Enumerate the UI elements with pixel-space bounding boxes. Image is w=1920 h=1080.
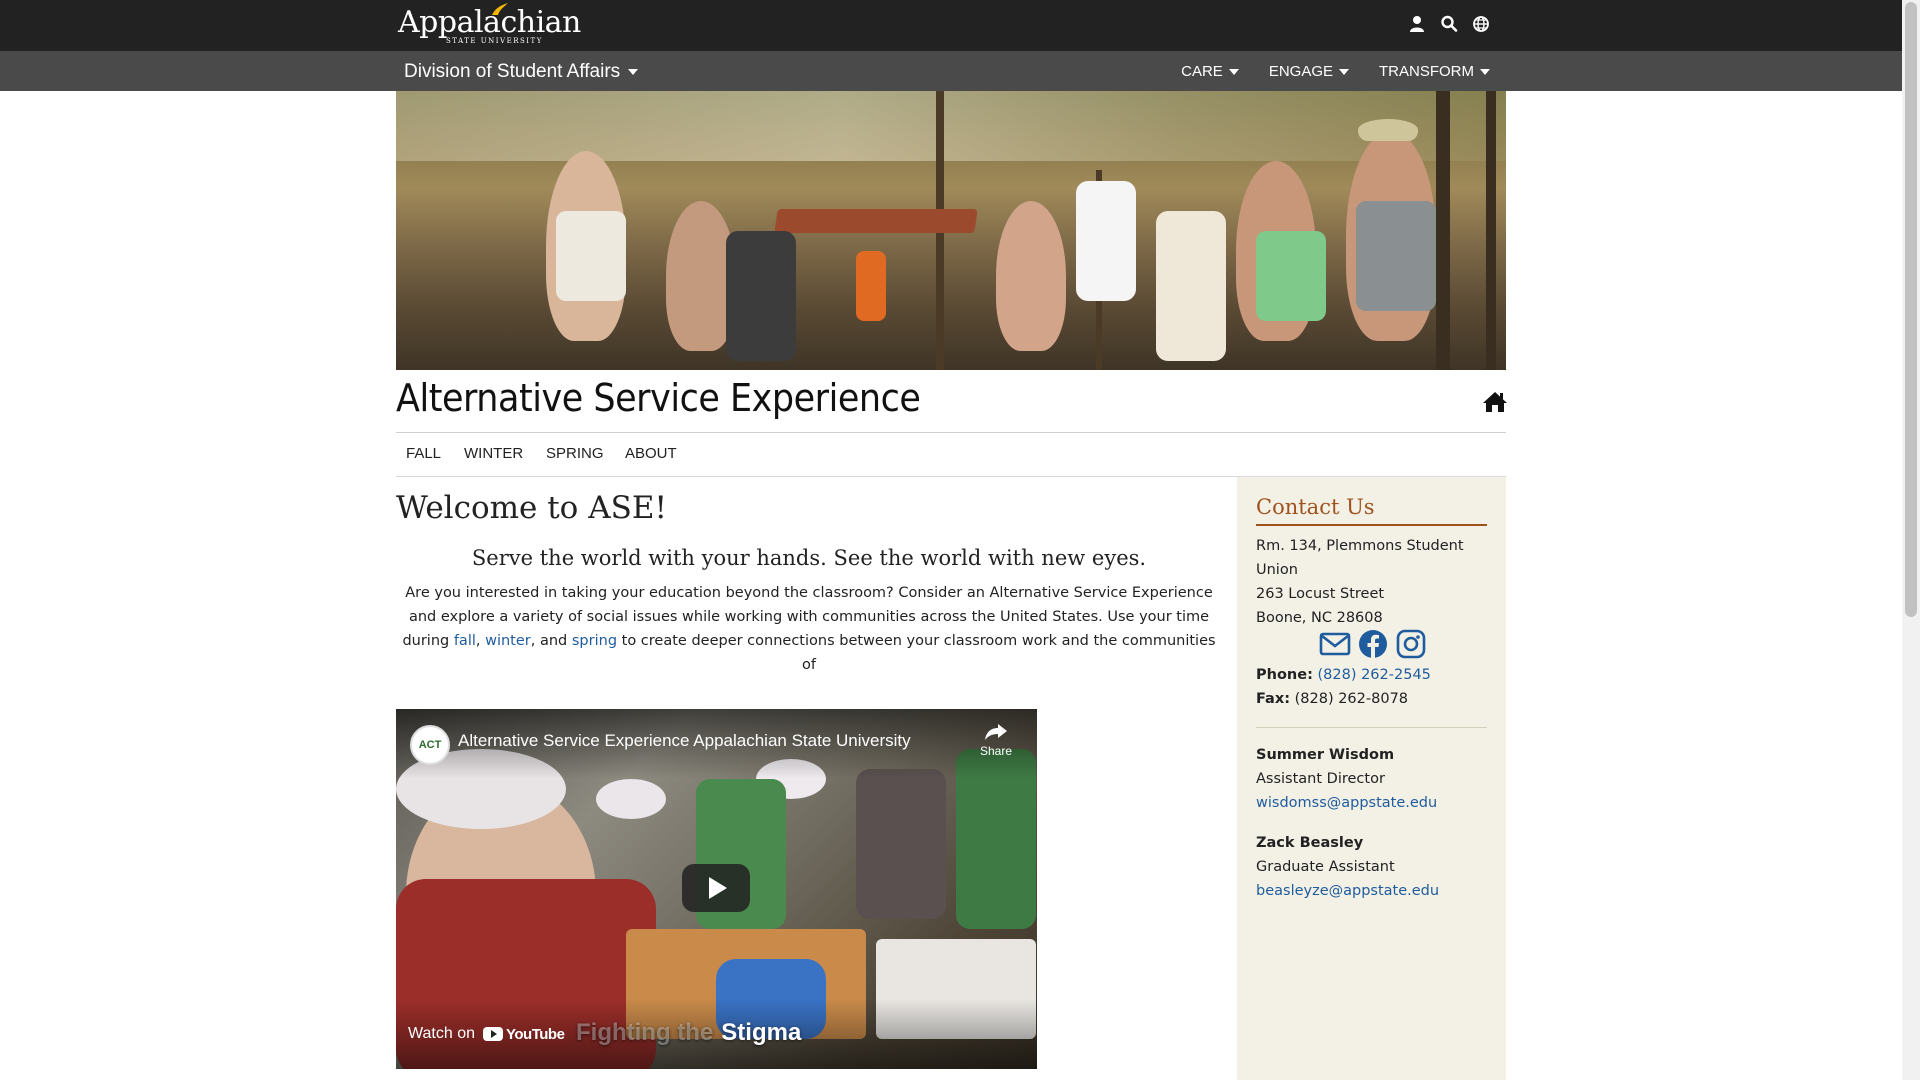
division-title: Division of Student Affairs — [404, 61, 621, 82]
scrollbar-thumb[interactable] — [1905, 2, 1917, 617]
phone-label: Phone: — [1256, 667, 1313, 683]
caption-faded: Fighting the — [576, 1019, 714, 1046]
menu-care[interactable]: CARE — [1181, 63, 1239, 80]
menu-transform[interactable]: TRANSFORM — [1379, 63, 1490, 80]
menu-engage[interactable]: ENGAGE — [1269, 63, 1349, 80]
youtube-video-embed[interactable]: ACT Alternative Service Experience Appal… — [396, 709, 1037, 1069]
address-line: 263 Locust Street — [1256, 586, 1385, 602]
contact-email-link[interactable]: wisdomss@appstate.edu — [1256, 795, 1437, 811]
link-winter[interactable]: winter — [485, 633, 531, 649]
link-fall[interactable]: fall — [454, 633, 476, 649]
channel-avatar[interactable]: ACT — [410, 725, 450, 765]
youtube-wordmark: YouTube — [506, 1025, 565, 1043]
phone-link[interactable]: (828) 262-2545 — [1317, 667, 1430, 683]
play-button[interactable] — [682, 864, 750, 912]
watch-on-youtube[interactable]: Watch on YouTube — [408, 1025, 565, 1043]
video-title[interactable]: Alternative Service Experience Appalachi… — [458, 731, 911, 751]
division-nav: Division of Student Affairs CARE ENGAGE … — [0, 51, 1902, 91]
link-spring[interactable]: spring — [572, 633, 617, 649]
caret-down-icon — [628, 69, 639, 75]
address-line: Union — [1256, 562, 1298, 578]
mail-icon[interactable] — [1319, 629, 1351, 659]
caption-text: Stigma — [721, 1019, 802, 1046]
subnav-about[interactable]: ABOUT — [625, 445, 677, 462]
fax-number: (828) 262-8078 — [1294, 691, 1409, 707]
caret-down-icon — [1228, 68, 1239, 75]
contact-email-line: wisdomss@appstate.edu — [1256, 791, 1437, 815]
share-icon — [985, 724, 1007, 740]
intro-separator: , and — [530, 633, 572, 649]
video-caption: Fighting the Stigma — [576, 1019, 801, 1047]
youtube-logo: YouTube — [483, 1025, 565, 1043]
fax-line: Fax: (828) 262-8078 — [1256, 687, 1408, 711]
intro-paragraph: Are you interested in taking your educat… — [396, 581, 1222, 677]
logo-subtitle: STATE UNIVERSITY — [446, 37, 543, 45]
contact-email-line: beasleyze@appstate.edu — [1256, 879, 1439, 903]
contact-email-link[interactable]: beasleyze@appstate.edu — [1256, 883, 1439, 899]
hero-image — [396, 91, 1506, 370]
intro-separator: , — [475, 633, 486, 649]
contact-role: Assistant Director — [1256, 771, 1385, 787]
phone-line: Phone: (828) 262-2545 — [1256, 663, 1431, 687]
intro-text: to create deeper connections between you… — [617, 633, 1216, 673]
share-button[interactable]: Share — [974, 723, 1018, 758]
contact-heading-rule — [1256, 524, 1487, 526]
menu-engage-label: ENGAGE — [1268, 63, 1333, 80]
contact-name: Summer Wisdom — [1256, 747, 1395, 763]
address-line: Boone, NC 28608 — [1256, 610, 1383, 626]
contact-heading: Contact Us — [1256, 495, 1375, 519]
home-icon[interactable] — [1482, 390, 1508, 414]
sidebar-divider — [1256, 727, 1487, 728]
facebook-icon[interactable] — [1357, 629, 1389, 659]
subnav-winter[interactable]: WINTER — [464, 445, 523, 462]
caret-down-icon — [1480, 68, 1490, 75]
caret-down-icon — [1339, 68, 1349, 75]
globe-icon[interactable] — [1472, 14, 1490, 34]
division-dropdown[interactable]: Division of Student Affairs — [404, 61, 639, 83]
logo-wordmark: Appalachian — [398, 5, 581, 40]
top-bar: Appalachian STATE UNIVERSITY — [0, 0, 1902, 51]
search-icon[interactable] — [1440, 14, 1458, 34]
youtube-play-icon — [483, 1027, 503, 1041]
contact-sidebar: Contact Us Rm. 134, Plemmons Student Uni… — [1237, 477, 1506, 1080]
subnav-fall[interactable]: FALL — [406, 445, 441, 462]
university-logo[interactable]: Appalachian STATE UNIVERSITY — [398, 3, 581, 49]
tagline: Serve the world with your hands. See the… — [471, 546, 1147, 570]
watch-on-label: Watch on — [408, 1025, 475, 1042]
welcome-heading: Welcome to ASE! — [396, 490, 667, 526]
contact-role: Graduate Assistant — [1256, 859, 1395, 875]
contact-name: Zack Beasley — [1256, 835, 1364, 851]
sub-navigation: FALL WINTER SPRING ABOUT — [396, 433, 1506, 476]
menu-transform-label: TRANSFORM — [1379, 63, 1474, 80]
user-icon[interactable] — [1408, 14, 1426, 34]
subnav-spring[interactable]: SPRING — [546, 445, 604, 462]
instagram-icon[interactable] — [1395, 629, 1427, 659]
address-line: Rm. 134, Plemmons Student — [1256, 538, 1464, 554]
share-label: Share — [979, 744, 1013, 758]
fax-label: Fax: — [1256, 691, 1290, 707]
menu-care-label: CARE — [1181, 63, 1223, 80]
site-title: Alternative Service Experience — [396, 376, 921, 420]
